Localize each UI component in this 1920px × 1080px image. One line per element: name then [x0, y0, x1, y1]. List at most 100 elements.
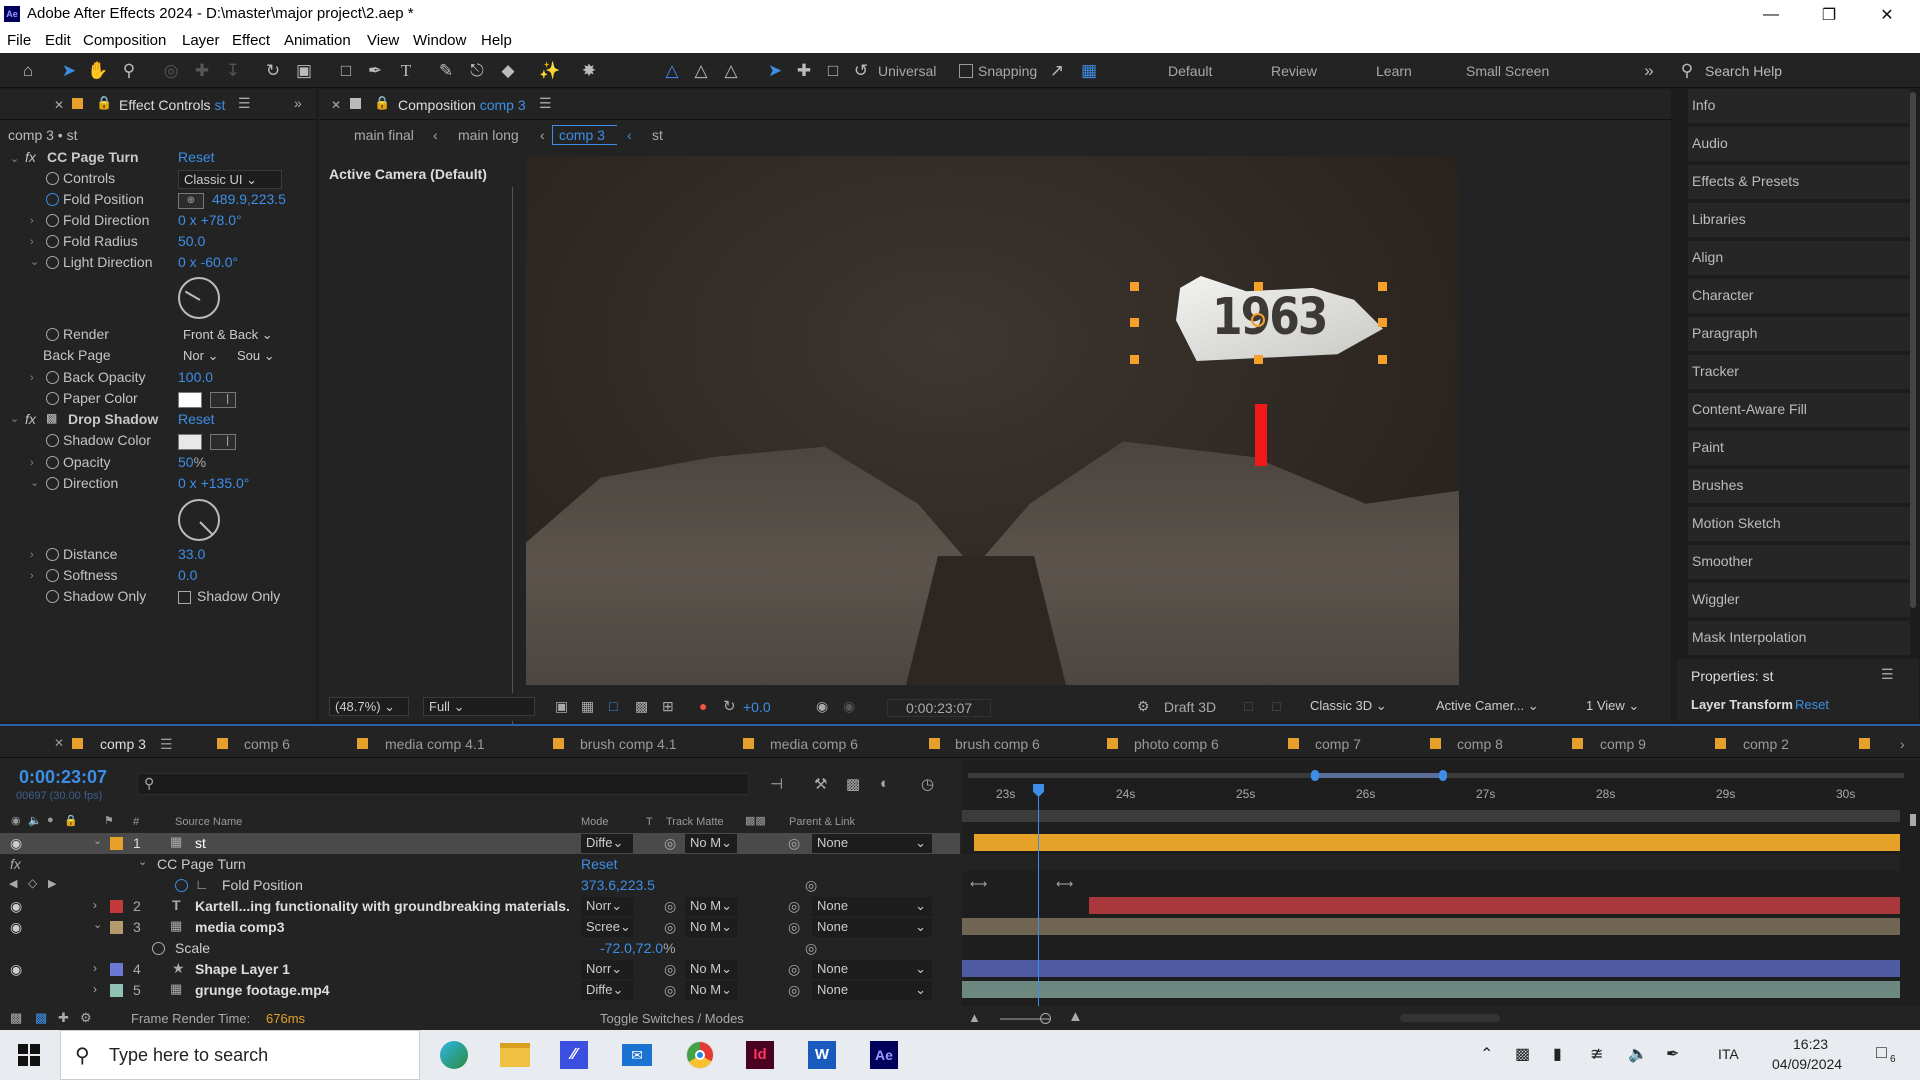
view-axis-icon[interactable]: △ [720, 60, 742, 82]
zoom-in-icon[interactable]: ▲ [1068, 1008, 1083, 1025]
color-channels-icon[interactable]: ● [699, 698, 707, 714]
tab-comp8[interactable]: comp 8 [1457, 736, 1503, 752]
distance-value[interactable]: 33.0 [178, 546, 205, 562]
audio-toggle-icon[interactable]: 🔈 [28, 814, 42, 827]
track-matte-pickwhip-icon[interactable]: ◎ [664, 898, 676, 915]
home-icon[interactable]: ⌂ [17, 60, 39, 82]
parent-pickwhip-icon[interactable]: ◎ [788, 961, 800, 978]
workspace-review[interactable]: Review [1271, 63, 1317, 79]
panel-paragraph[interactable]: Paragraph [1688, 317, 1910, 351]
transparency-grid-icon[interactable]: ▦ [581, 698, 594, 715]
parent-dropdown[interactable]: None ⌄ [812, 834, 932, 853]
snapping-checkbox[interactable] [959, 64, 973, 78]
properties-reset[interactable]: Reset [1795, 697, 1829, 712]
anchor-point-icon[interactable] [1251, 313, 1265, 327]
transform-handle[interactable] [1378, 355, 1387, 364]
eyedropper-icon[interactable]: ⎹ [210, 434, 236, 450]
matte-dropdown[interactable]: No M⌄ [685, 960, 737, 979]
solo-toggle-icon[interactable]: ● [47, 814, 54, 826]
minimize-button[interactable]: — [1742, 0, 1800, 29]
transform-handle[interactable] [1254, 355, 1263, 364]
fold-direction-value[interactable]: 0 x +78.0° [178, 212, 242, 228]
tray-icon[interactable]: ▩ [1515, 1044, 1530, 1064]
next-keyframe-icon[interactable]: ▶ [48, 877, 56, 890]
exposure-value[interactable]: +0.0 [743, 699, 771, 715]
snap-edges-icon[interactable]: ↗ [1046, 60, 1068, 82]
anchor-tool-icon[interactable]: ▣ [293, 60, 315, 82]
layer-2-bar[interactable] [1089, 897, 1900, 914]
selection-tool-icon[interactable]: ➤ [58, 60, 80, 82]
zoom-dropdown[interactable]: (48.7%) ⌄ [329, 697, 409, 716]
expand-caret-icon[interactable]: › [93, 898, 97, 912]
prev-keyframe-icon[interactable]: ◀ [9, 877, 17, 890]
shadow-only-checkbox[interactable] [178, 591, 191, 604]
comp-viewer[interactable]: 1963 [526, 156, 1459, 685]
source-name-header[interactable]: Source Name [175, 816, 242, 828]
transform-handle[interactable] [1130, 282, 1139, 291]
fold-position-tl-value[interactable]: 373.6,223.5 [581, 877, 655, 893]
matte-dropdown[interactable]: No M⌄ [685, 981, 737, 1000]
indesign-icon[interactable]: Id [746, 1041, 774, 1069]
layer-name[interactable]: grunge footage.mp4 [195, 982, 330, 998]
panel-motion-sketch[interactable]: Motion Sketch [1688, 507, 1910, 541]
stopwatch-icon[interactable] [46, 392, 59, 405]
brush-tool-icon[interactable]: ✎ [435, 60, 457, 82]
expand-caret-icon[interactable]: › [93, 982, 97, 996]
matte-dropdown[interactable]: No M⌄ [685, 918, 737, 937]
parent-link-header[interactable]: Parent & Link [789, 816, 855, 828]
track-matte-pickwhip-icon[interactable]: ◎ [664, 919, 676, 936]
comp-timecode[interactable]: 0:00:23:07 [887, 699, 992, 717]
panel-expand-icon[interactable]: » [294, 95, 302, 111]
parent-dropdown[interactable]: None ⌄ [812, 918, 932, 937]
draft3d-timeline-icon[interactable]: ⚒ [814, 775, 827, 793]
fold-radius-value[interactable]: 50.0 [178, 233, 205, 249]
menu-edit[interactable]: Edit [45, 32, 71, 49]
shadow-color-swatch[interactable] [178, 434, 202, 450]
effect-reset[interactable]: Reset [581, 856, 618, 872]
switches-icon[interactable]: ▩▩ [745, 814, 766, 827]
mail-icon[interactable]: ✉ [622, 1044, 652, 1066]
stopwatch-icon[interactable] [46, 434, 59, 447]
render-dropdown[interactable]: Front & Back ⌄ [178, 326, 282, 345]
layer-label-color[interactable] [110, 984, 123, 997]
stopwatch-icon[interactable] [46, 214, 59, 227]
track-matte-pickwhip-icon[interactable]: ◎ [664, 982, 676, 999]
motion-blur-icon[interactable]: ◐ [880, 775, 889, 792]
local-axis-icon[interactable]: △ [661, 60, 683, 82]
timeline-close-icon[interactable]: ✕ [54, 736, 64, 750]
menu-layer[interactable]: Layer [182, 32, 220, 49]
timeline-zoom-bar[interactable] [1910, 814, 1916, 826]
expand-caret-icon[interactable]: › [93, 961, 97, 975]
transform-handle[interactable] [1130, 355, 1139, 364]
fold-position-value[interactable]: 489.9,223.5 [212, 191, 286, 207]
reset-exposure-icon[interactable]: ↻ [723, 697, 736, 715]
comp-close-icon[interactable]: ✕ [331, 98, 341, 112]
panel-paint[interactable]: Paint [1688, 431, 1910, 465]
close-button[interactable]: ✕ [1858, 0, 1916, 29]
matte-dropdown[interactable]: No M⌄ [685, 834, 737, 853]
layer-1-bar[interactable] [974, 834, 1900, 851]
point-target-icon[interactable]: ⊕ [178, 193, 204, 209]
layer-3-bar[interactable] [962, 918, 1900, 935]
panel-tracker[interactable]: Tracker [1688, 355, 1910, 389]
move-gizmo-icon[interactable]: ➤ [764, 60, 786, 82]
timeline-timecode[interactable]: 0:00:23:07 [19, 767, 107, 788]
panel-align[interactable]: Align [1688, 241, 1910, 275]
panel-audio[interactable]: Audio [1688, 127, 1910, 161]
drop-shadow-reset[interactable]: Reset [178, 411, 215, 427]
layer-5-bar[interactable] [962, 981, 1900, 998]
mask-path-icon[interactable]: □ [609, 698, 617, 714]
restore-button[interactable]: ❐ [1800, 0, 1858, 29]
track-matte-pickwhip-icon[interactable]: ◎ [664, 835, 676, 852]
chrome-icon[interactable] [686, 1041, 714, 1069]
visibility-eye-icon[interactable]: ◉ [10, 898, 22, 915]
ground-plane-icon[interactable]: □ [1272, 698, 1280, 714]
mode-dropdown[interactable]: Diffe⌄ [581, 981, 633, 1000]
camera-dropdown[interactable]: Active Camer... ⌄ [1431, 697, 1559, 716]
word-icon[interactable]: W [808, 1041, 836, 1069]
eyedropper-icon[interactable]: ⎹ [210, 392, 236, 408]
file-explorer-icon[interactable] [500, 1043, 530, 1067]
visibility-eye-icon[interactable]: ◉ [10, 835, 22, 852]
layer-row[interactable]: ◉ › 2 T Kartell...ing functionality with… [0, 896, 960, 917]
layer-name[interactable]: Shape Layer 1 [195, 961, 290, 977]
